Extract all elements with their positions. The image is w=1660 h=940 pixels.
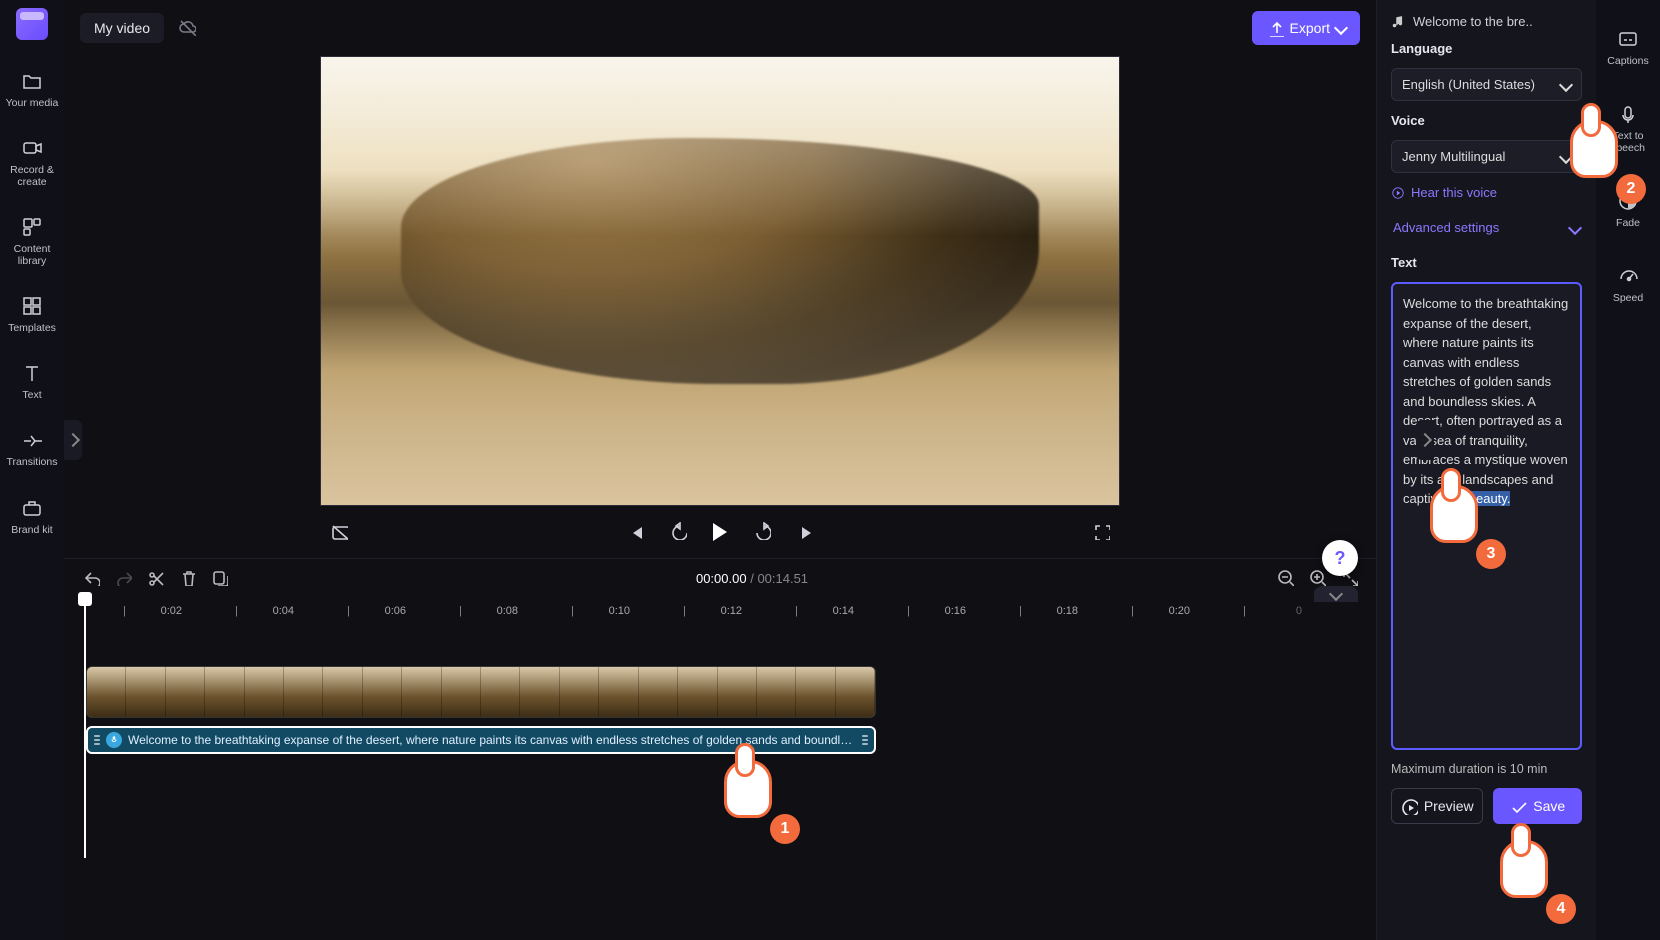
main-column: My video Export 16:9 <box>64 0 1376 940</box>
project-title-input[interactable]: My video <box>80 13 164 43</box>
skip-start-icon[interactable] <box>625 522 643 543</box>
upload-icon <box>1266 19 1284 37</box>
transitions-icon <box>21 429 43 451</box>
advanced-settings-toggle[interactable]: Advanced settings <box>1391 212 1582 243</box>
voice-label: Voice <box>1391 113 1582 128</box>
music-note-icon <box>1391 15 1405 29</box>
captions-icon <box>1617 28 1639 50</box>
skip-end-icon[interactable] <box>797 522 815 543</box>
briefcase-icon <box>21 497 43 519</box>
play-icon <box>1400 797 1418 815</box>
right-panel-collapse[interactable] <box>1416 420 1434 460</box>
speed-icon <box>1617 265 1639 287</box>
clip-right-handle[interactable] <box>862 735 868 745</box>
tts-voice-icon <box>106 732 122 748</box>
templates-icon <box>21 295 43 317</box>
delete-icon[interactable] <box>178 568 196 589</box>
rail-transitions[interactable]: Transitions <box>2 429 62 468</box>
tts-panel-title: Welcome to the bre.. <box>1391 14 1582 29</box>
rail-text-to-speech[interactable]: Text to speech <box>1598 103 1658 154</box>
safe-zone-toggle-icon[interactable] <box>330 522 348 543</box>
timeline-clip-video[interactable] <box>86 666 876 718</box>
app-logo <box>16 8 48 40</box>
duplicate-icon[interactable] <box>210 568 228 589</box>
voice-value: Jenny Multilingual <box>1402 149 1505 164</box>
timeline-body[interactable]: Welcome to the breathtaking expanse of t… <box>64 624 1376 884</box>
rewind-icon[interactable] <box>669 522 687 543</box>
rail-captions[interactable]: Captions <box>1598 28 1658 67</box>
chevron-down-icon <box>1559 77 1573 91</box>
rail-label: Text <box>22 389 41 401</box>
rail-label: Brand kit <box>11 524 52 536</box>
folder-icon <box>21 70 43 92</box>
timeline-toolbar: 00:00.00 / 00:14.51 <box>64 558 1376 598</box>
rail-brand-kit[interactable]: Brand kit <box>2 497 62 536</box>
redo-icon[interactable] <box>114 568 132 589</box>
hear-voice-link[interactable]: Hear this voice <box>1391 185 1582 200</box>
video-canvas[interactable] <box>320 56 1120 506</box>
duration-hint: Maximum duration is 10 min <box>1391 762 1582 776</box>
rail-label: Record & create <box>2 164 62 188</box>
clip-left-handle[interactable] <box>94 735 100 745</box>
rail-speed[interactable]: Speed <box>1598 265 1658 304</box>
save-button[interactable]: Save <box>1493 788 1583 824</box>
rail-content-library[interactable]: Content library <box>2 216 62 267</box>
rail-label: Content library <box>2 243 62 267</box>
duration: 00:14.51 <box>757 571 808 586</box>
forward-icon[interactable] <box>753 522 771 543</box>
language-label: Language <box>1391 41 1582 56</box>
preview-button[interactable]: Preview <box>1391 788 1483 824</box>
tts-icon <box>1617 103 1639 125</box>
chevron-down-icon <box>1568 220 1582 234</box>
language-dropdown[interactable]: English (United States) <box>1391 68 1582 101</box>
rail-label: Your media <box>6 97 59 109</box>
fade-icon <box>1617 190 1639 212</box>
rail-fade[interactable]: Fade <box>1598 190 1658 229</box>
rail-label: Templates <box>8 322 56 334</box>
time-readout: 00:00.00 / 00:14.51 <box>696 571 808 586</box>
tts-text-input[interactable]: Welcome to the breathtaking expanse of t… <box>1391 282 1582 750</box>
voice-dropdown[interactable]: Jenny Multilingual <box>1391 140 1582 173</box>
library-icon <box>21 216 43 238</box>
timeline-ruler[interactable]: | 0:02 | 0:04 | 0:06 | 0:08 | 0:10 | 0:1… <box>64 598 1376 624</box>
export-button[interactable]: Export <box>1252 11 1360 45</box>
undo-icon[interactable] <box>82 568 100 589</box>
fullscreen-icon[interactable] <box>1092 522 1110 543</box>
current-time: 00:00.00 <box>696 571 747 586</box>
text-icon <box>21 362 43 384</box>
play-button[interactable] <box>713 523 727 541</box>
rail-your-media[interactable]: Your media <box>2 70 62 109</box>
rail-templates[interactable]: Templates <box>2 295 62 334</box>
text-label: Text <box>1391 255 1582 270</box>
chevron-down-icon <box>1559 149 1573 163</box>
left-rail: Your media Record & create Content libra… <box>0 0 64 940</box>
rail-label: Transitions <box>7 456 58 468</box>
language-value: English (United States) <box>1402 77 1535 92</box>
selected-text: beauty. <box>1469 491 1511 506</box>
player-controls <box>320 506 1120 558</box>
check-icon <box>1509 797 1527 815</box>
rail-record-create[interactable]: Record & create <box>2 137 62 188</box>
rail-text[interactable]: Text <box>2 362 62 401</box>
split-icon[interactable] <box>146 568 164 589</box>
tts-panel: Welcome to the bre.. Language English (U… <box>1376 0 1596 940</box>
preview-area: 16:9 ? <box>64 56 1376 558</box>
zoom-out-icon[interactable] <box>1276 568 1294 589</box>
clip-audio-text: Welcome to the breathtaking expanse of t… <box>128 733 856 747</box>
cloud-sync-off-icon[interactable] <box>178 18 196 39</box>
right-rail: Captions Text to speech Fade Speed <box>1596 0 1660 940</box>
timeline-clip-tts[interactable]: Welcome to the breathtaking expanse of t… <box>86 726 876 754</box>
export-label: Export <box>1290 20 1330 36</box>
help-button[interactable]: ? <box>1322 540 1358 576</box>
play-circle-icon <box>1391 186 1405 200</box>
top-bar: My video Export <box>64 0 1376 56</box>
camera-icon <box>21 137 43 159</box>
chevron-down-icon <box>1334 21 1348 35</box>
